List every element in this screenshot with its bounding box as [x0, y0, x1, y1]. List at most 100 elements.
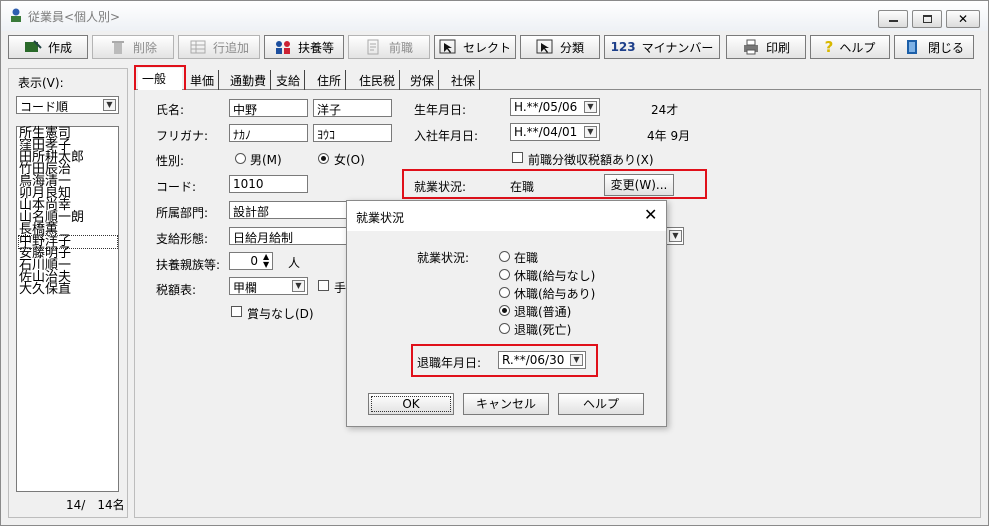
first-name-input[interactable]: 洋子 — [313, 99, 392, 117]
previous-job-button[interactable]: 前職 — [348, 35, 430, 59]
family-icon — [275, 41, 290, 54]
maximize-button[interactable] — [912, 10, 942, 28]
print-label: 印刷 — [765, 40, 790, 55]
tab-resident-tax[interactable]: 住民税 — [355, 70, 401, 90]
employee-list-item[interactable]: 大久保直 — [19, 283, 71, 296]
chevron-down-icon: ▼ — [292, 280, 305, 292]
prev-tax-checkbox[interactable] — [512, 152, 523, 163]
female-label: 女(O) — [334, 153, 365, 167]
tab-commute-label: 通勤費 — [230, 74, 267, 88]
female-radio[interactable] — [318, 153, 329, 164]
status-option-leave-paid: 休職(給与あり) — [514, 287, 596, 301]
create-icon — [24, 40, 42, 52]
create-label: 作成 — [47, 40, 72, 55]
hire-date-input[interactable]: H.**/04/01 ▼ — [510, 123, 600, 141]
tab-address-label: 住所 — [317, 74, 342, 88]
dialog-status-label: 就業状況: — [417, 251, 470, 265]
tenure-text: 4年 9月 — [647, 129, 691, 143]
minimize-button[interactable] — [878, 10, 908, 28]
mynumber-button[interactable]: 123 マイナンバー — [604, 35, 720, 59]
select-label: セレクト — [462, 40, 511, 55]
hire-date-value: H.**/04/01 — [514, 125, 578, 139]
chevron-down-icon: ▼ — [103, 99, 116, 111]
pay-type-select[interactable]: 日給月給制 — [229, 227, 347, 245]
prev-tax-label: 前職分徴収税額あり(X) — [528, 153, 654, 167]
classify-icon — [536, 39, 553, 54]
tab-commute[interactable]: 通勤費 — [226, 70, 272, 90]
department-input[interactable]: 設計部 — [229, 201, 347, 219]
close-label: 閉じる — [927, 40, 964, 55]
last-name-input[interactable]: 中野 — [229, 99, 308, 117]
sort-order-value: コード順 — [20, 100, 69, 114]
document-icon — [367, 39, 379, 55]
spinner-icon: ▲ ▼ — [263, 252, 270, 269]
dialog-close-icon[interactable]: ✕ — [644, 205, 657, 224]
dialog-title: 就業状況 — [356, 211, 405, 225]
ok-button[interactable]: OK — [368, 393, 454, 415]
app-icon — [11, 8, 21, 22]
cancel-button[interactable]: キャンセル — [463, 393, 549, 415]
tab-unit-price-label: 単価 — [190, 74, 215, 88]
employee-list[interactable]: 所生憲司 窪田孝子 田所耕太郎 竹田辰治 鳥海清一 卯月良知 山本尚幸 山名順一朗 長橋薫 中野洋… — [16, 126, 119, 492]
status-option-retired-normal: 退職(普通) — [514, 305, 572, 319]
create-button[interactable]: 作成 — [8, 35, 88, 59]
close-button[interactable]: 閉じる — [894, 35, 974, 59]
hand-checkbox[interactable] — [318, 280, 329, 291]
title-bar — [1, 1, 988, 31]
status-radio-leave-unpaid[interactable] — [499, 269, 510, 280]
tab-payment[interactable]: 支給 — [272, 70, 306, 90]
status-radio-retired-death[interactable] — [499, 323, 510, 334]
status-option-employed: 在職 — [514, 251, 539, 265]
select-button[interactable]: セレクト — [434, 35, 516, 59]
name-label: 氏名: — [156, 103, 185, 117]
delete-label: 削除 — [132, 40, 157, 55]
dependents-unit: 人 — [288, 256, 301, 270]
chevron-down-icon: ▼ — [669, 230, 682, 242]
first-kana-input[interactable]: ﾖｳｺ — [313, 124, 392, 142]
sort-order-select[interactable]: コード順 ▼ — [16, 96, 119, 114]
status-radio-employed[interactable] — [499, 251, 510, 262]
status-radio-leave-paid[interactable] — [499, 287, 510, 298]
right-select-arrow[interactable]: ▼ — [666, 227, 684, 245]
last-kana-input[interactable]: ﾅｶﾉ — [229, 124, 308, 142]
gender-label: 性別: — [156, 154, 185, 168]
tax-table-select[interactable]: 甲欄 ▼ — [229, 277, 308, 295]
pay-type-label: 支給形態: — [156, 232, 209, 246]
age-text: 24才 — [651, 103, 679, 117]
employee-count: 14/ 14名 — [66, 498, 125, 512]
no-bonus-checkbox[interactable] — [231, 306, 242, 317]
dependents-label: 扶養等 — [297, 40, 334, 55]
add-row-button[interactable]: 行追加 — [178, 35, 260, 59]
kana-label: フリガナ: — [156, 129, 209, 143]
maximize-icon — [923, 15, 932, 23]
dependents-button[interactable]: 扶養等 — [264, 35, 344, 59]
tab-labor-insurance-label: 労保 — [410, 74, 435, 88]
cursor-icon — [439, 39, 456, 54]
exit-door-icon — [906, 40, 917, 54]
table-icon — [190, 40, 206, 54]
code-input[interactable]: 1010 — [229, 175, 308, 193]
close-window-button[interactable]: ✕ — [946, 10, 980, 28]
delete-button[interactable]: 削除 — [92, 35, 174, 59]
help-label: ヘルプ — [839, 40, 876, 55]
male-radio[interactable] — [235, 153, 246, 164]
help-button[interactable]: ? ヘルプ — [810, 35, 890, 59]
no-bonus-label: 賞与なし(D) — [247, 307, 314, 321]
birth-date-input[interactable]: H.**/05/06 ▼ — [510, 98, 600, 116]
hand-label: 手 — [334, 281, 347, 295]
status-option-leave-unpaid: 休職(給与なし) — [514, 269, 596, 283]
tab-unit-price[interactable]: 単価 — [186, 70, 220, 90]
dependents-count-label: 扶養親族等: — [156, 258, 221, 272]
tab-social-insurance[interactable]: 社保 — [447, 70, 481, 90]
tab-address[interactable]: 住所 — [313, 70, 347, 90]
male-label: 男(M) — [250, 153, 282, 167]
classification-button[interactable]: 分類 — [520, 35, 600, 59]
tab-labor-insurance[interactable]: 労保 — [406, 70, 440, 90]
help-icon: ? — [824, 38, 834, 56]
status-radio-retired-normal[interactable] — [499, 305, 510, 316]
dialog-help-button[interactable]: ヘルプ — [558, 393, 644, 415]
birth-date-label: 生年月日: — [414, 103, 467, 117]
employment-status-dialog: 就業状況 ✕ 就業状況: 在職 休職(給与なし) 休職(給与あり) 退職(普通)… — [346, 200, 667, 427]
print-button[interactable]: 印刷 — [726, 35, 806, 59]
code-label: コード: — [156, 180, 197, 194]
